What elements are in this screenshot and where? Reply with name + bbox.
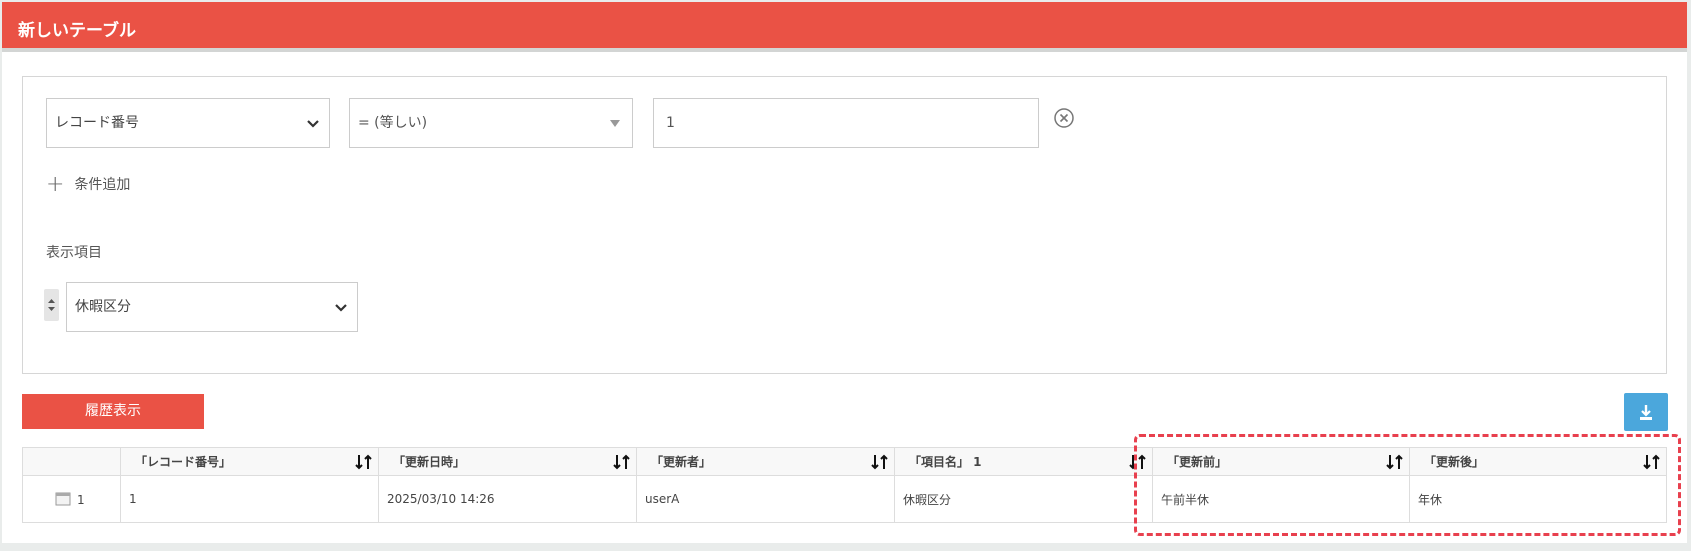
- add-condition-label: 条件追加: [74, 177, 131, 193]
- display-field-select[interactable]: 休暇区分: [66, 282, 358, 332]
- drag-handle-icon[interactable]: [44, 289, 59, 321]
- chevron-down-icon: [335, 304, 347, 312]
- sort-icon[interactable]: [612, 453, 632, 471]
- cell-item-name: 休暇区分: [894, 475, 1153, 523]
- cell-updated-by: userA: [636, 475, 895, 523]
- table-header-row: 「レコード番号」 「更新日時」 「更新者」 「項目名」 1 「更新前」 「更新後…: [22, 447, 1667, 476]
- filter-field-select[interactable]: レコード番号: [46, 98, 330, 148]
- column-header-updated-by[interactable]: 「更新者」: [636, 447, 895, 476]
- cell-updated-at: 2025/03/10 14:26: [378, 475, 637, 523]
- sort-icon[interactable]: [1128, 453, 1148, 471]
- add-condition-button[interactable]: + 条件追加: [46, 173, 130, 197]
- filter-operator-value: = (等しい): [358, 115, 428, 131]
- chevron-down-icon: [307, 120, 319, 128]
- record-detail-icon[interactable]: [55, 492, 71, 506]
- remove-condition-icon[interactable]: [1053, 107, 1075, 129]
- sort-icon[interactable]: [1385, 453, 1405, 471]
- column-header-item-name[interactable]: 「項目名」 1: [894, 447, 1153, 476]
- column-header-after[interactable]: 「更新後」: [1409, 447, 1667, 476]
- plus-icon: +: [46, 172, 65, 197]
- cell-record-number: 1: [120, 475, 379, 523]
- column-header-index: [22, 447, 121, 476]
- cell-before: 午前半休: [1152, 475, 1410, 523]
- row-index: 1: [77, 492, 85, 507]
- title-bar: 新しいテーブル: [2, 2, 1687, 52]
- download-button[interactable]: [1624, 393, 1668, 431]
- display-field-value: 休暇区分: [75, 299, 131, 315]
- sort-icon[interactable]: [870, 453, 890, 471]
- table-row[interactable]: 1 1 2025/03/10 14:26 userA 休暇区分 午前半休 年休: [22, 475, 1667, 523]
- column-header-before[interactable]: 「更新前」: [1152, 447, 1410, 476]
- condition-panel: レコード番号 = (等しい) 1 + 条件追加 表示項目 休暇区分: [22, 76, 1667, 374]
- column-header-record-number[interactable]: 「レコード番号」: [120, 447, 379, 476]
- filter-field-value: レコード番号: [55, 115, 139, 131]
- download-icon: [1640, 405, 1652, 420]
- filter-operator-select[interactable]: = (等しい): [349, 98, 633, 148]
- page-title: 新しいテーブル: [18, 21, 136, 41]
- row-index-cell[interactable]: 1: [22, 475, 121, 523]
- caret-down-icon: [610, 120, 620, 127]
- filter-value-text: 1: [666, 115, 675, 131]
- display-fields-label: 表示項目: [46, 245, 102, 261]
- history-table: 「レコード番号」 「更新日時」 「更新者」 「項目名」 1 「更新前」 「更新後…: [22, 447, 1667, 523]
- sort-icon[interactable]: [354, 453, 374, 471]
- column-header-updated-at[interactable]: 「更新日時」: [378, 447, 637, 476]
- cell-after: 年休: [1409, 475, 1667, 523]
- sort-icon[interactable]: [1642, 453, 1662, 471]
- show-history-button[interactable]: 履歴表示: [22, 394, 204, 429]
- filter-value-input[interactable]: 1: [653, 98, 1039, 148]
